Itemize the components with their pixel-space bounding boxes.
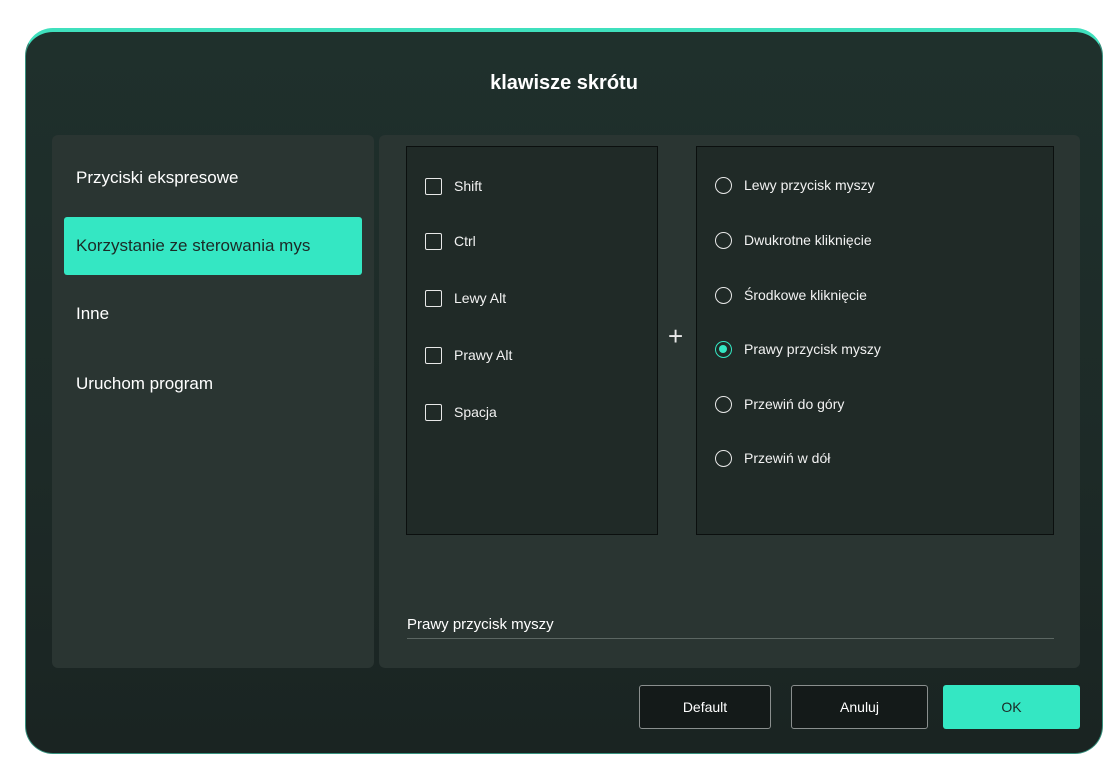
mouse-action-scroll-down[interactable]: Przewiń w dół [715,446,830,470]
mouse-action-left-click[interactable]: Lewy przycisk myszy [715,173,875,197]
middle-click-radio[interactable] [715,286,732,304]
sidebar-item-mouse-control[interactable]: Korzystanie ze sterowania mys [64,217,362,275]
modifier-right-alt[interactable]: Prawy Alt [425,343,512,367]
modifier-label: Prawy Alt [454,347,513,363]
modifier-label: Ctrl [454,233,476,249]
mouse-control-panel: Shift Ctrl Lewy Alt Prawy Alt Spacja + L… [379,135,1080,668]
mouse-action-right-click[interactable]: Prawy przycisk myszy [715,337,881,361]
scroll-up-radio[interactable] [715,395,732,413]
mouse-action-label: Przewiń w dół [744,450,831,466]
sidebar-item-other[interactable]: Inne [64,285,362,343]
space-checkbox[interactable] [425,403,442,421]
sidebar-item-run-program[interactable]: Uruchom program [64,355,362,413]
mouse-action-label: Przewiń do góry [744,396,845,412]
ctrl-checkbox[interactable] [425,232,442,250]
modifier-label: Lewy Alt [454,290,507,306]
modifier-space[interactable]: Spacja [425,400,497,424]
mouse-action-label: Dwukrotne kliknięcie [744,232,872,248]
mouse-action-scroll-up[interactable]: Przewiń do góry [715,392,844,416]
mouse-action-list: Lewy przycisk myszy Dwukrotne kliknięcie… [696,146,1054,535]
left-alt-checkbox[interactable] [425,289,442,307]
dialog-title: klawisze skrótu [490,72,638,94]
modifier-ctrl[interactable]: Ctrl [425,229,476,253]
default-button[interactable]: Default [639,685,771,729]
modifier-keys-list: Shift Ctrl Lewy Alt Prawy Alt Spacja [406,146,658,535]
modifier-left-alt[interactable]: Lewy Alt [425,286,506,310]
ok-button[interactable]: OK [943,685,1080,729]
right-alt-checkbox[interactable] [425,346,442,364]
mouse-action-label: Lewy przycisk myszy [744,177,875,193]
modifier-shift[interactable]: Shift [425,174,482,198]
mouse-action-double-click[interactable]: Dwukrotne kliknięcie [715,228,872,252]
modifier-label: Spacja [454,404,497,420]
scroll-down-radio[interactable] [715,449,732,467]
right-click-radio[interactable] [715,340,732,358]
shortcut-keys-dialog: klawisze skrótu Przyciski ekspresowe Kor… [25,28,1103,754]
plus-icon: + [668,321,684,351]
mouse-action-middle-click[interactable]: Środkowe kliknięcie [715,283,867,307]
sidebar-item-express-keys[interactable]: Przyciski ekspresowe [64,149,362,207]
cancel-button[interactable]: Anuluj [791,685,928,729]
left-click-radio[interactable] [715,176,732,194]
mouse-action-label: Prawy przycisk myszy [744,341,881,357]
category-sidebar: Przyciski ekspresowe Korzystanie ze ster… [52,135,374,668]
shortcut-result-field: Prawy przycisk myszy [407,611,1054,639]
modifier-label: Shift [454,178,483,194]
double-click-radio[interactable] [715,231,732,249]
shift-checkbox[interactable] [425,177,442,195]
mouse-action-label: Środkowe kliknięcie [744,287,867,303]
